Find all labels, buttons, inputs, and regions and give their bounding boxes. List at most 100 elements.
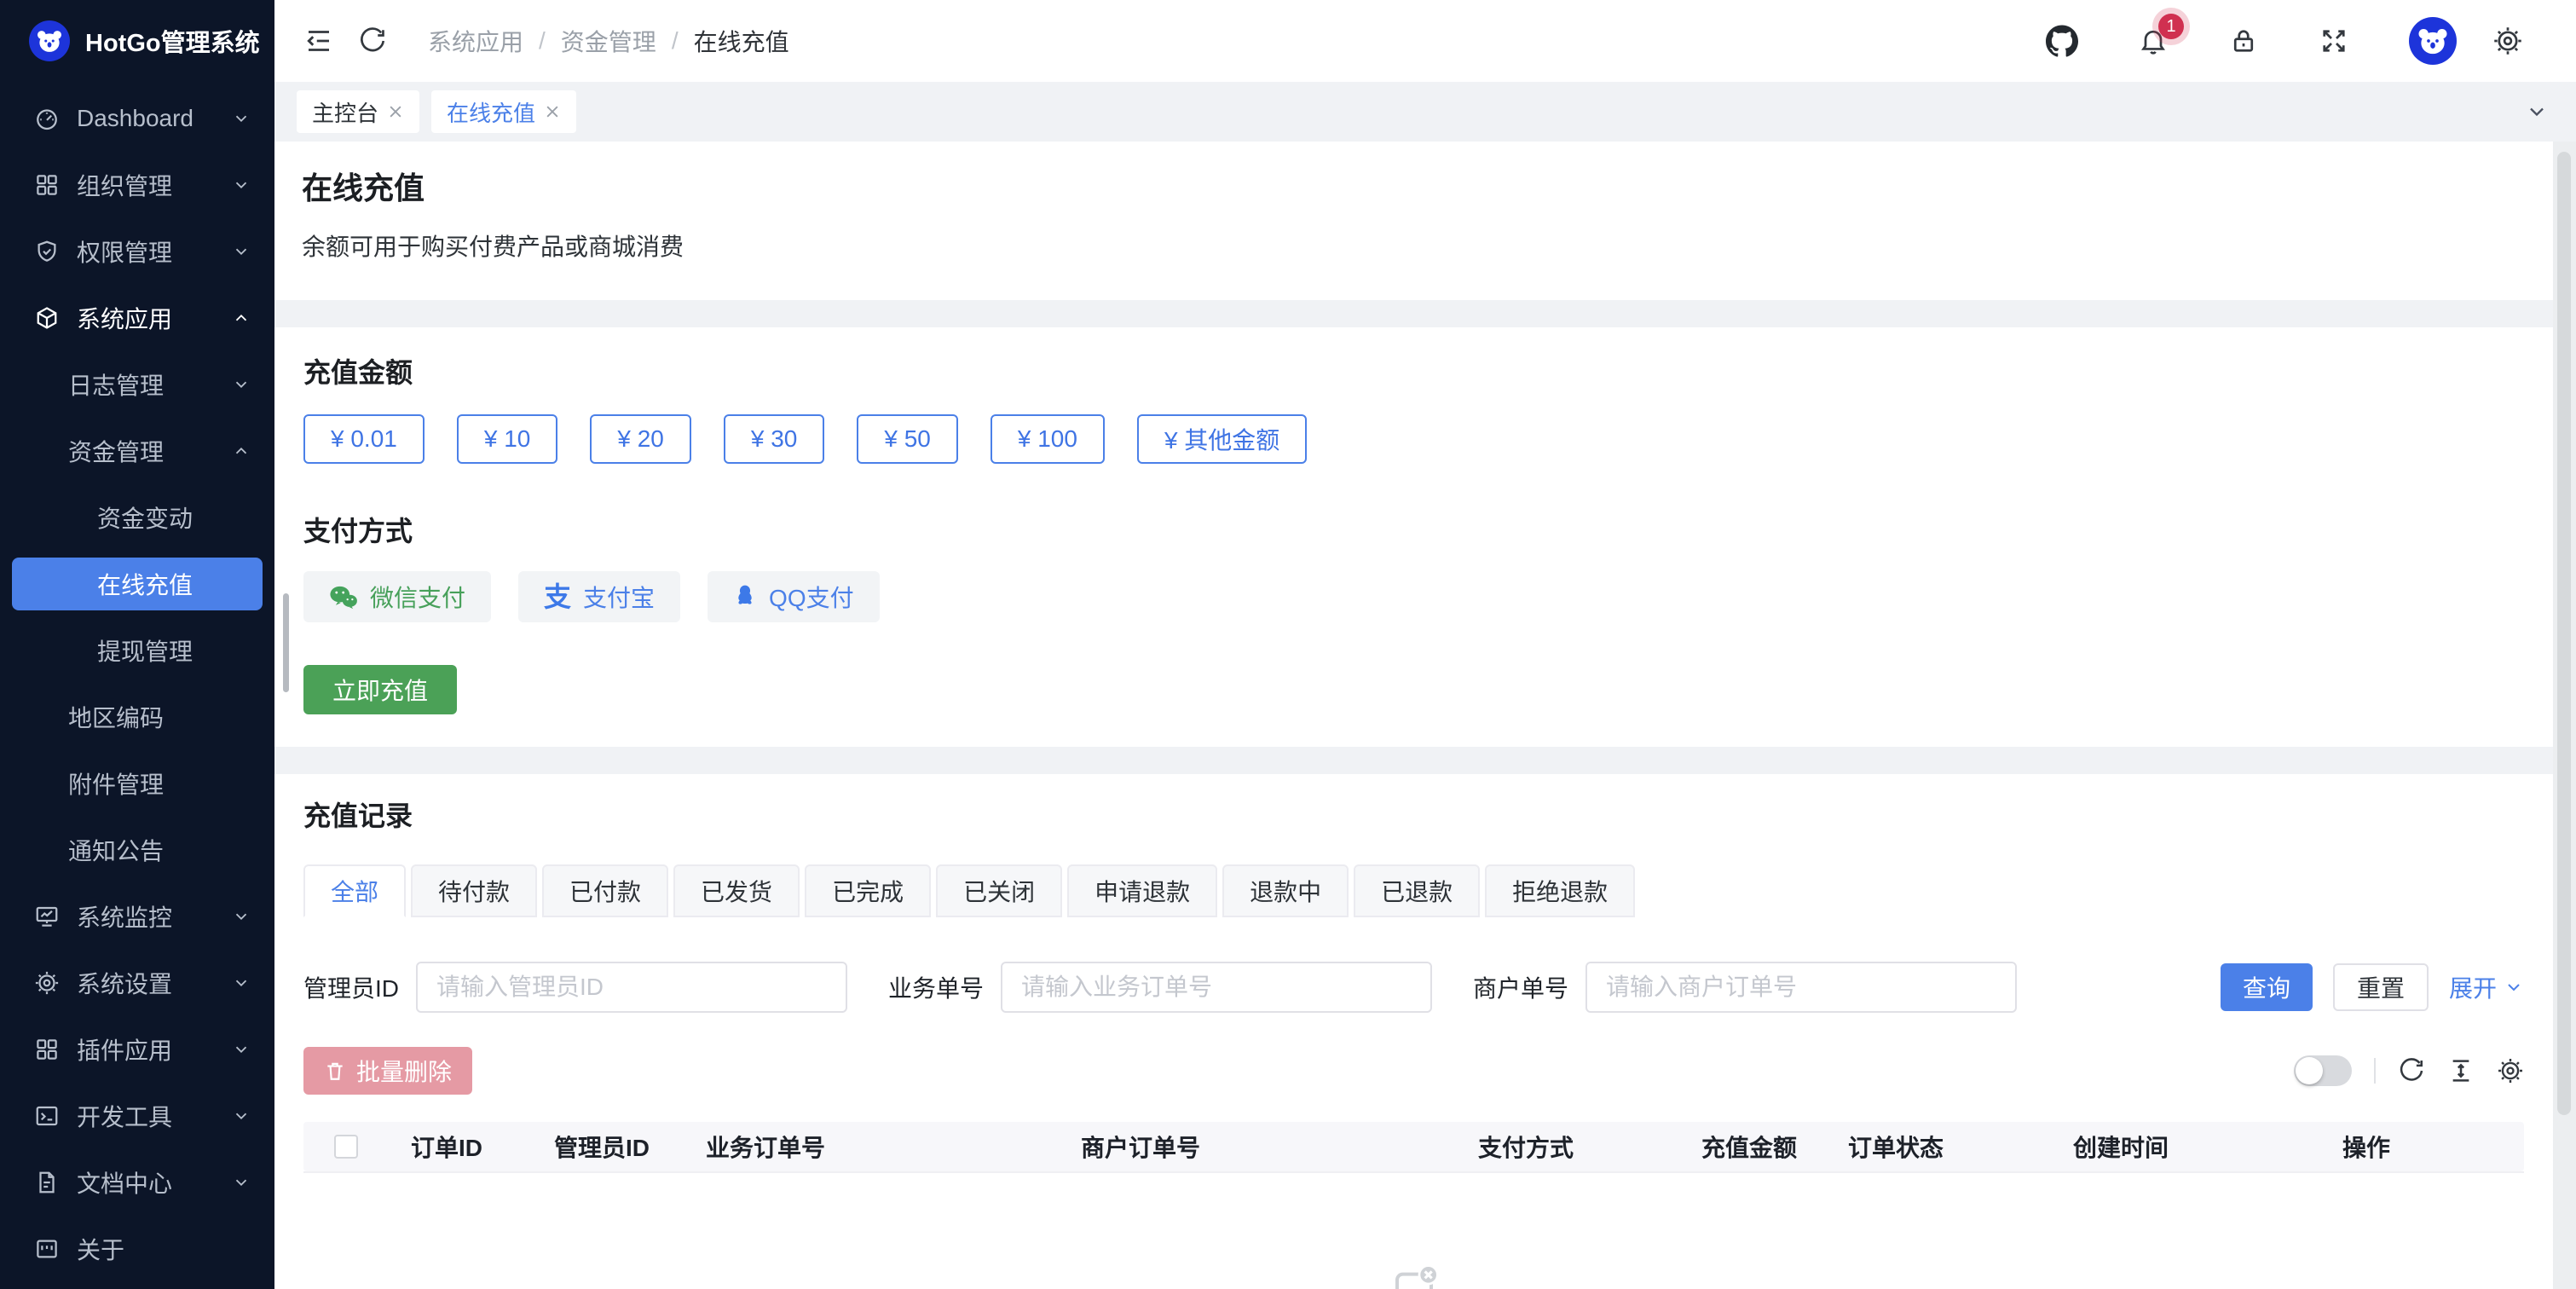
top-bar-actions: 1: [2046, 17, 2547, 65]
alipay-button[interactable]: 支 支付宝: [518, 571, 680, 622]
status-tab-refund-rejected[interactable]: 拒绝退款: [1485, 864, 1635, 917]
business-order-input[interactable]: [1001, 962, 1432, 1013]
app-logo[interactable]: HotGo管理系统: [0, 0, 274, 82]
wechat-pay-button[interactable]: 微信支付: [303, 571, 491, 622]
close-icon[interactable]: [544, 103, 561, 120]
status-tab-paid[interactable]: 已付款: [542, 864, 668, 917]
document-icon: [34, 1170, 60, 1195]
amount-option-button[interactable]: ¥ 50: [857, 414, 958, 464]
breadcrumb-item[interactable]: 资金管理: [561, 24, 656, 58]
breadcrumb: 系统应用 / 资金管理 / 在线充值: [428, 24, 789, 58]
select-all-checkbox[interactable]: [334, 1135, 358, 1159]
table-toolbar: 批量删除: [303, 1047, 2524, 1095]
shield-check-icon: [34, 239, 60, 264]
recharge-now-button[interactable]: 立即充值: [303, 665, 457, 714]
column-header: 支付方式: [1478, 1130, 1701, 1164]
filter-admin-id: 管理员ID: [303, 962, 847, 1013]
chevron-down-icon: [232, 176, 251, 194]
sidebar-item-notice[interactable]: 通知公告: [0, 817, 274, 883]
column-settings-gear-icon[interactable]: [2497, 1057, 2524, 1084]
column-header: 订单状态: [1848, 1130, 2073, 1164]
filter-merchant-order: 商户单号: [1473, 962, 2017, 1013]
payment-options: 微信支付 支 支付宝 QQ支付: [303, 571, 2524, 622]
sidebar-menu: Dashboard 组织管理 权限管理 系统应用 日志管理: [0, 82, 274, 1289]
sidebar-item-log-mgmt[interactable]: 日志管理: [0, 351, 274, 418]
chevron-up-icon: [232, 442, 251, 460]
table-tools: [2294, 1055, 2524, 1086]
gear-icon: [34, 970, 60, 996]
tab-console[interactable]: 主控台: [297, 90, 419, 133]
expand-filters-link[interactable]: 展开: [2449, 970, 2524, 1004]
status-tab-all[interactable]: 全部: [303, 864, 406, 917]
status-tab-refunded[interactable]: 已退款: [1354, 864, 1480, 917]
status-tab-pending-payment[interactable]: 待付款: [411, 864, 537, 917]
records-table: 订单ID 管理员ID 业务订单号 商户订单号 支付方式 充值金额 订单状态 创建…: [303, 1122, 2524, 1289]
sidebar-item-region-code[interactable]: 地区编码: [0, 684, 274, 750]
sidebar-item-devtools[interactable]: 开发工具: [0, 1083, 274, 1149]
amount-option-other-button[interactable]: ¥ 其他金额: [1137, 414, 1307, 464]
breadcrumb-item[interactable]: 系统应用: [428, 24, 523, 58]
recharge-card: 充值金额 ¥ 0.01 ¥ 10 ¥ 20 ¥ 30 ¥ 50 ¥ 100 ¥ …: [274, 327, 2553, 747]
lock-screen-icon[interactable]: [2228, 26, 2259, 56]
amount-option-button[interactable]: ¥ 10: [457, 414, 558, 464]
grid-icon: [34, 172, 60, 198]
amount-option-button[interactable]: ¥ 0.01: [303, 414, 425, 464]
notifications-bell-icon[interactable]: 1: [2138, 26, 2169, 56]
github-icon[interactable]: [2046, 25, 2078, 57]
chevron-down-icon: [232, 1173, 251, 1192]
reload-table-icon[interactable]: [2398, 1057, 2425, 1084]
query-button[interactable]: 查询: [2221, 963, 2313, 1011]
amount-option-button[interactable]: ¥ 30: [724, 414, 825, 464]
tabs-dropdown-chevron-icon[interactable]: [2525, 100, 2549, 124]
user-avatar[interactable]: [2409, 17, 2457, 65]
sidebar-item-about[interactable]: 关于: [0, 1216, 274, 1282]
status-tab-shipped[interactable]: 已发货: [673, 864, 800, 917]
qq-pay-button[interactable]: QQ支付: [708, 571, 880, 622]
settings-gear-icon[interactable]: [2492, 26, 2523, 56]
column-header: 订单ID: [411, 1130, 554, 1164]
sidebar-item-attachment[interactable]: 附件管理: [0, 750, 274, 817]
refresh-page-icon[interactable]: [358, 26, 387, 55]
page-scrollbar-track[interactable]: [2553, 142, 2576, 1289]
sidebar-item-permission[interactable]: 权限管理: [0, 218, 274, 285]
sidebar-item-monitor[interactable]: 系统监控: [0, 883, 274, 950]
sidebar-item-withdraw-mgmt[interactable]: 提现管理: [0, 617, 274, 684]
chevron-down-icon: [232, 375, 251, 394]
records-card: 充值记录 全部 待付款 已付款 已发货 已完成 已关闭 申请退款 退款中 已退款…: [274, 774, 2553, 1289]
filter-form: 管理员ID 业务单号 商户单号 查询 重置: [303, 962, 2524, 1013]
sidebar-item-plugins[interactable]: 插件应用: [0, 1016, 274, 1083]
sidebar-item-dashboard[interactable]: Dashboard: [0, 85, 274, 152]
chevron-down-icon: [232, 109, 251, 128]
merchant-order-input[interactable]: [1585, 962, 2017, 1013]
sidebar-item-fund-mgmt[interactable]: 资金管理: [0, 418, 274, 484]
frame-icon: [34, 1236, 60, 1262]
amount-option-button[interactable]: ¥ 20: [590, 414, 691, 464]
sidebar-item-fund-change[interactable]: 资金变动: [0, 484, 274, 551]
striped-toggle[interactable]: [2294, 1055, 2352, 1086]
sidebar-item-docs[interactable]: 文档中心: [0, 1149, 274, 1216]
reset-button[interactable]: 重置: [2333, 963, 2429, 1011]
column-header: 管理员ID: [554, 1130, 706, 1164]
sidebar-scrollbar-thumb[interactable]: [283, 593, 289, 692]
sidebar-item-system-app[interactable]: 系统应用: [0, 285, 274, 351]
status-tab-closed[interactable]: 已关闭: [936, 864, 1062, 917]
page-title: 在线充值: [302, 164, 2526, 208]
tab-online-recharge[interactable]: 在线充值: [431, 90, 576, 133]
trash-icon: [324, 1059, 346, 1083]
status-tab-completed[interactable]: 已完成: [805, 864, 931, 917]
close-icon[interactable]: [387, 103, 404, 120]
sidebar-item-org[interactable]: 组织管理: [0, 152, 274, 218]
column-header: 充值金额: [1701, 1130, 1848, 1164]
status-tab-refunding[interactable]: 退款中: [1222, 864, 1349, 917]
collapse-sidebar-icon[interactable]: [303, 26, 334, 56]
page-scrollbar-thumb[interactable]: [2557, 152, 2571, 1115]
amount-option-button[interactable]: ¥ 100: [991, 414, 1105, 464]
row-density-icon[interactable]: [2447, 1057, 2475, 1084]
status-tab-refund-apply[interactable]: 申请退款: [1067, 864, 1217, 917]
sidebar-item-settings[interactable]: 系统设置: [0, 950, 274, 1016]
fullscreen-icon[interactable]: [2319, 26, 2349, 56]
batch-delete-button[interactable]: 批量删除: [303, 1047, 472, 1095]
sidebar-item-online-recharge[interactable]: 在线充值: [0, 551, 274, 617]
admin-id-input[interactable]: [416, 962, 847, 1013]
page-content: 在线充值 余额可用于购买付费产品或商城消费 充值金额 ¥ 0.01 ¥ 10 ¥…: [274, 142, 2553, 1289]
